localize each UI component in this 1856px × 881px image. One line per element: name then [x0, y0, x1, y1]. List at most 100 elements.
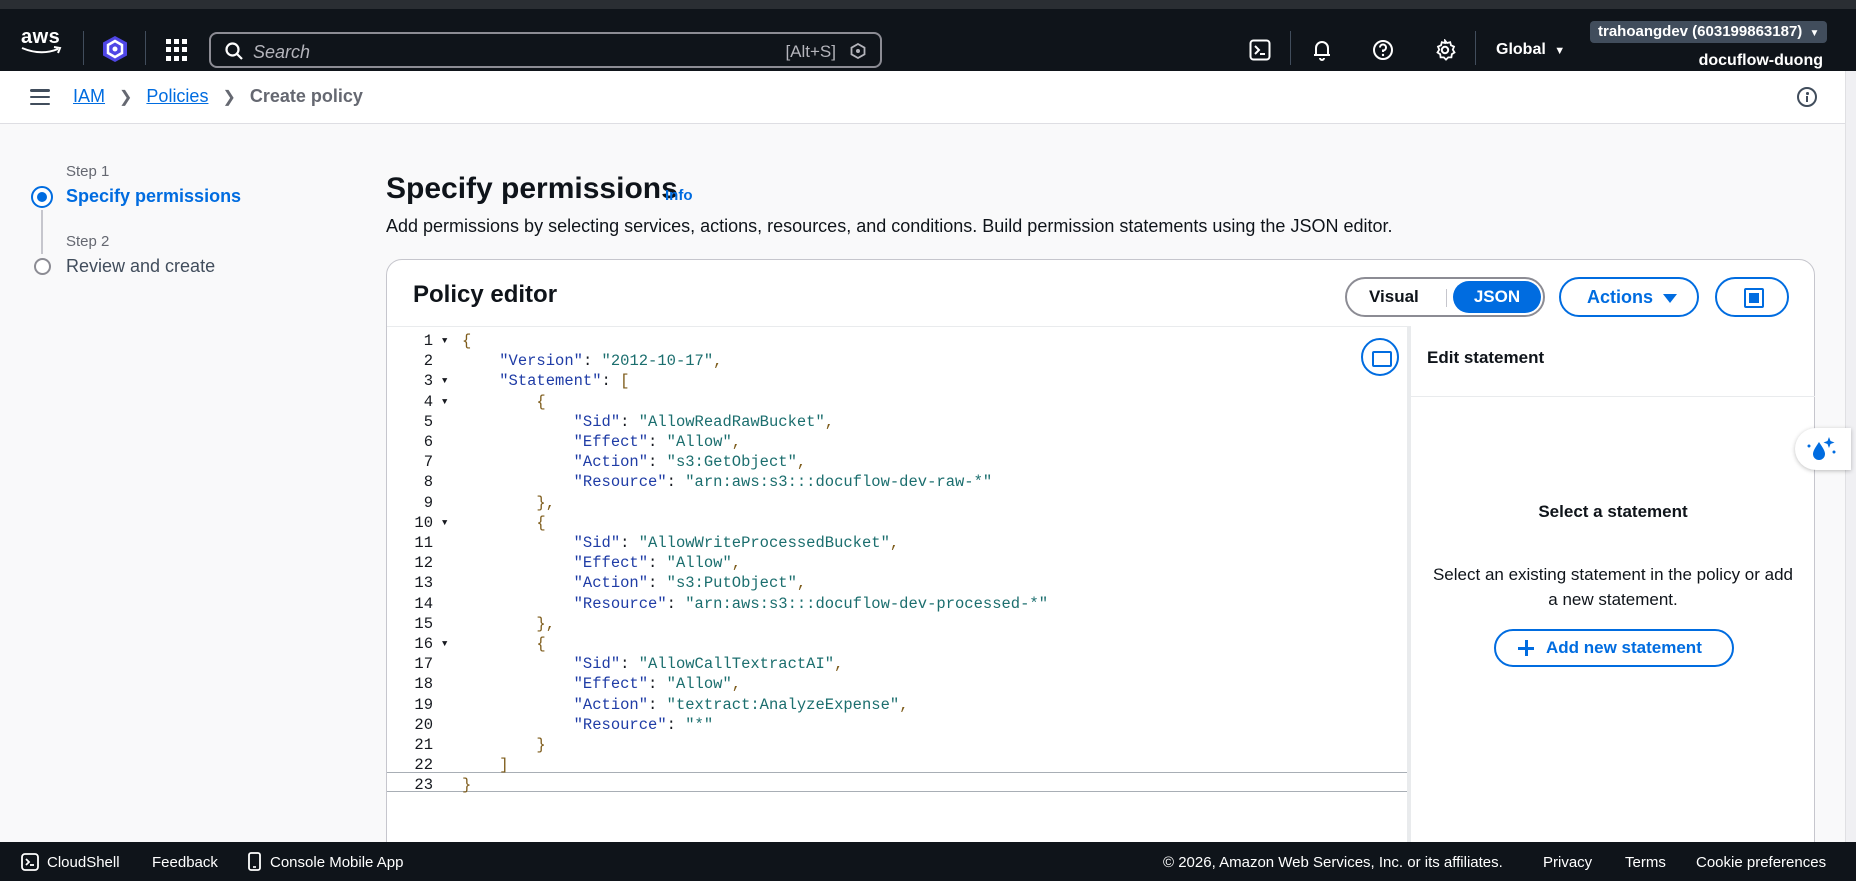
bell-icon[interactable] — [1311, 39, 1333, 61]
keyboard-icon[interactable] — [1361, 338, 1399, 376]
region-selector[interactable]: Global ▼ — [1496, 41, 1565, 59]
step-2-title: Review and create — [66, 256, 216, 276]
assistant-button[interactable] — [1795, 428, 1851, 470]
visual-mode-button[interactable]: Visual — [1369, 287, 1419, 307]
code-line[interactable]: 3 ▼ "Statement": [ — [387, 371, 1407, 391]
actions-label: Actions — [1587, 287, 1654, 307]
policy-editor-panel: Policy editor Visual JSON Actions 1 ▼ {2 "… — [386, 259, 1815, 860]
line-number: 11 — [414, 534, 433, 552]
breadcrumb-iam[interactable]: IAM — [73, 86, 105, 107]
code-line[interactable]: 10 ▼ { — [387, 513, 1407, 533]
line-number: 14 — [414, 594, 433, 613]
code-line[interactable]: 19 "Action": "textract:AnalyzeExpense", — [387, 695, 1407, 715]
code-line[interactable]: 16 ▼ { — [387, 634, 1407, 654]
code-text: "Effect": "Allow", — [573, 554, 742, 573]
code-line[interactable]: 2 "Version": "2012-10-17", — [387, 351, 1407, 371]
code-line[interactable]: 15 }, — [387, 614, 1407, 634]
fold-toggle-icon[interactable]: ▼ — [442, 371, 447, 391]
line-number: 18 — [414, 675, 433, 694]
step-2-label: Step 2 — [66, 233, 110, 250]
code-line[interactable]: 5 "Sid": "AllowReadRawBucket", — [387, 412, 1407, 432]
info-link[interactable]: Info — [665, 187, 693, 204]
fullscreen-button[interactable] — [1715, 277, 1789, 317]
fold-toggle-icon[interactable]: ▼ — [442, 331, 447, 351]
line-number: 15 — [414, 614, 433, 633]
code-text: "Sid": "AllowCallTextractAI", — [573, 655, 844, 674]
code-text: "Resource": "arn:aws:s3:::docuflow-dev-p… — [573, 594, 1049, 613]
json-mode-button[interactable]: JSON — [1453, 281, 1541, 313]
help-icon[interactable] — [1372, 39, 1394, 61]
code-text: "Action": "textract:AnalyzeExpense", — [573, 695, 909, 714]
code-line[interactable]: 23} — [387, 775, 1407, 795]
services-grid-icon[interactable] — [166, 39, 188, 61]
fold-toggle-icon[interactable]: ▼ — [442, 634, 447, 654]
footer-privacy[interactable]: Privacy — [1543, 854, 1592, 871]
fold-toggle-icon[interactable]: ▼ — [442, 513, 447, 533]
policy-editor-title: Policy editor — [413, 281, 558, 308]
info-panel-icon[interactable] — [1797, 87, 1817, 107]
account-menu[interactable]: trahoangdev (603199863187) ▼ — [1590, 21, 1828, 43]
code-text: { — [462, 332, 472, 350]
caret-down-icon — [1663, 294, 1677, 303]
footer-cookie-preferences[interactable]: Cookie preferences — [1696, 854, 1826, 871]
line-number: 17 — [414, 655, 433, 674]
code-text: "Statement": [ — [499, 372, 630, 391]
code-line[interactable]: 13 "Action": "s3:PutObject", — [387, 573, 1407, 593]
code-line[interactable]: 11 "Sid": "AllowWriteProcessedBucket", — [387, 533, 1407, 553]
line-number: 6 — [423, 433, 433, 451]
side-divider — [1411, 396, 1815, 397]
code-line[interactable]: 14 "Resource": "arn:aws:s3:::docuflow-de… — [387, 594, 1407, 614]
code-line[interactable]: 12 "Effect": "Allow", — [387, 553, 1407, 573]
footer-cloudshell[interactable]: CloudShell — [47, 854, 120, 871]
search-input[interactable]: Search [Alt+S] — [209, 32, 882, 68]
code-line[interactable]: 17 "Sid": "AllowCallTextractAI", — [387, 654, 1407, 674]
line-number: 16 — [414, 635, 433, 653]
code-text: "Effect": "Allow", — [573, 675, 742, 694]
page-description: Add permissions by selecting services, a… — [386, 216, 1393, 236]
code-line[interactable]: 18 "Effect": "Allow", — [387, 674, 1407, 694]
code-text: "Resource": "*" — [573, 715, 714, 734]
editor-splitter[interactable] — [1407, 326, 1411, 860]
gear-icon[interactable] — [1434, 39, 1456, 61]
line-number: 21 — [414, 736, 433, 754]
code-text: "Resource": "arn:aws:s3:::docuflow-dev-r… — [573, 473, 993, 492]
code-text: { — [536, 635, 546, 653]
menu-icon[interactable] — [30, 89, 50, 105]
fold-toggle-icon[interactable]: ▼ — [442, 392, 447, 412]
add-new-statement-button[interactable]: Add new statement — [1494, 629, 1734, 667]
code-line[interactable]: 6 "Effect": "Allow", — [387, 432, 1407, 452]
code-text: "Action": "s3:GetObject", — [573, 453, 807, 472]
code-line[interactable]: 7 "Action": "s3:GetObject", — [387, 452, 1407, 472]
cloudshell-icon — [21, 853, 39, 871]
step-connector — [41, 210, 43, 254]
nav-separator — [1290, 31, 1291, 65]
footer-mobile-app[interactable]: Console Mobile App — [270, 854, 403, 871]
code-line[interactable]: 9 }, — [387, 493, 1407, 513]
footer: CloudShell Feedback Console Mobile App ©… — [0, 842, 1856, 881]
code-line[interactable]: 21 } — [387, 735, 1407, 755]
aws-logo-text: aws — [21, 26, 61, 48]
sparkle-icon — [1807, 437, 1836, 460]
json-code-editor[interactable]: 1 ▼{2 "Version": "2012-10-17", 3 ▼ "Stateme… — [387, 326, 1407, 860]
toggle-divider — [1446, 289, 1447, 307]
search-icon — [225, 42, 243, 60]
code-text: } — [536, 736, 546, 754]
actions-dropdown-button[interactable]: Actions — [1559, 277, 1699, 317]
code-line[interactable]: 20 "Resource": "*" — [387, 715, 1407, 735]
code-text: } — [462, 776, 472, 795]
search-shortcut: [Alt+S] — [785, 42, 836, 61]
select-statement-title: Select a statement — [1538, 502, 1688, 521]
account-name: trahoangdev (603199863187) — [1598, 23, 1803, 40]
code-line[interactable]: 8 "Resource": "arn:aws:s3:::docuflow-dev… — [387, 472, 1407, 492]
footer-feedback[interactable]: Feedback — [152, 854, 218, 871]
aws-logo[interactable]: aws — [21, 27, 63, 55]
nav-separator — [1475, 31, 1476, 65]
step-1-title[interactable]: Specify permissions — [66, 186, 241, 207]
amazon-q-icon[interactable] — [102, 35, 128, 63]
breadcrumb-policies[interactable]: Policies — [146, 86, 208, 107]
cloudshell-icon[interactable] — [1249, 39, 1271, 61]
code-line[interactable]: 22 ] — [387, 755, 1407, 775]
footer-terms[interactable]: Terms — [1625, 854, 1666, 871]
code-line[interactable]: 1 ▼ { — [387, 331, 1407, 351]
code-line[interactable]: 4 ▼ { — [387, 392, 1407, 412]
